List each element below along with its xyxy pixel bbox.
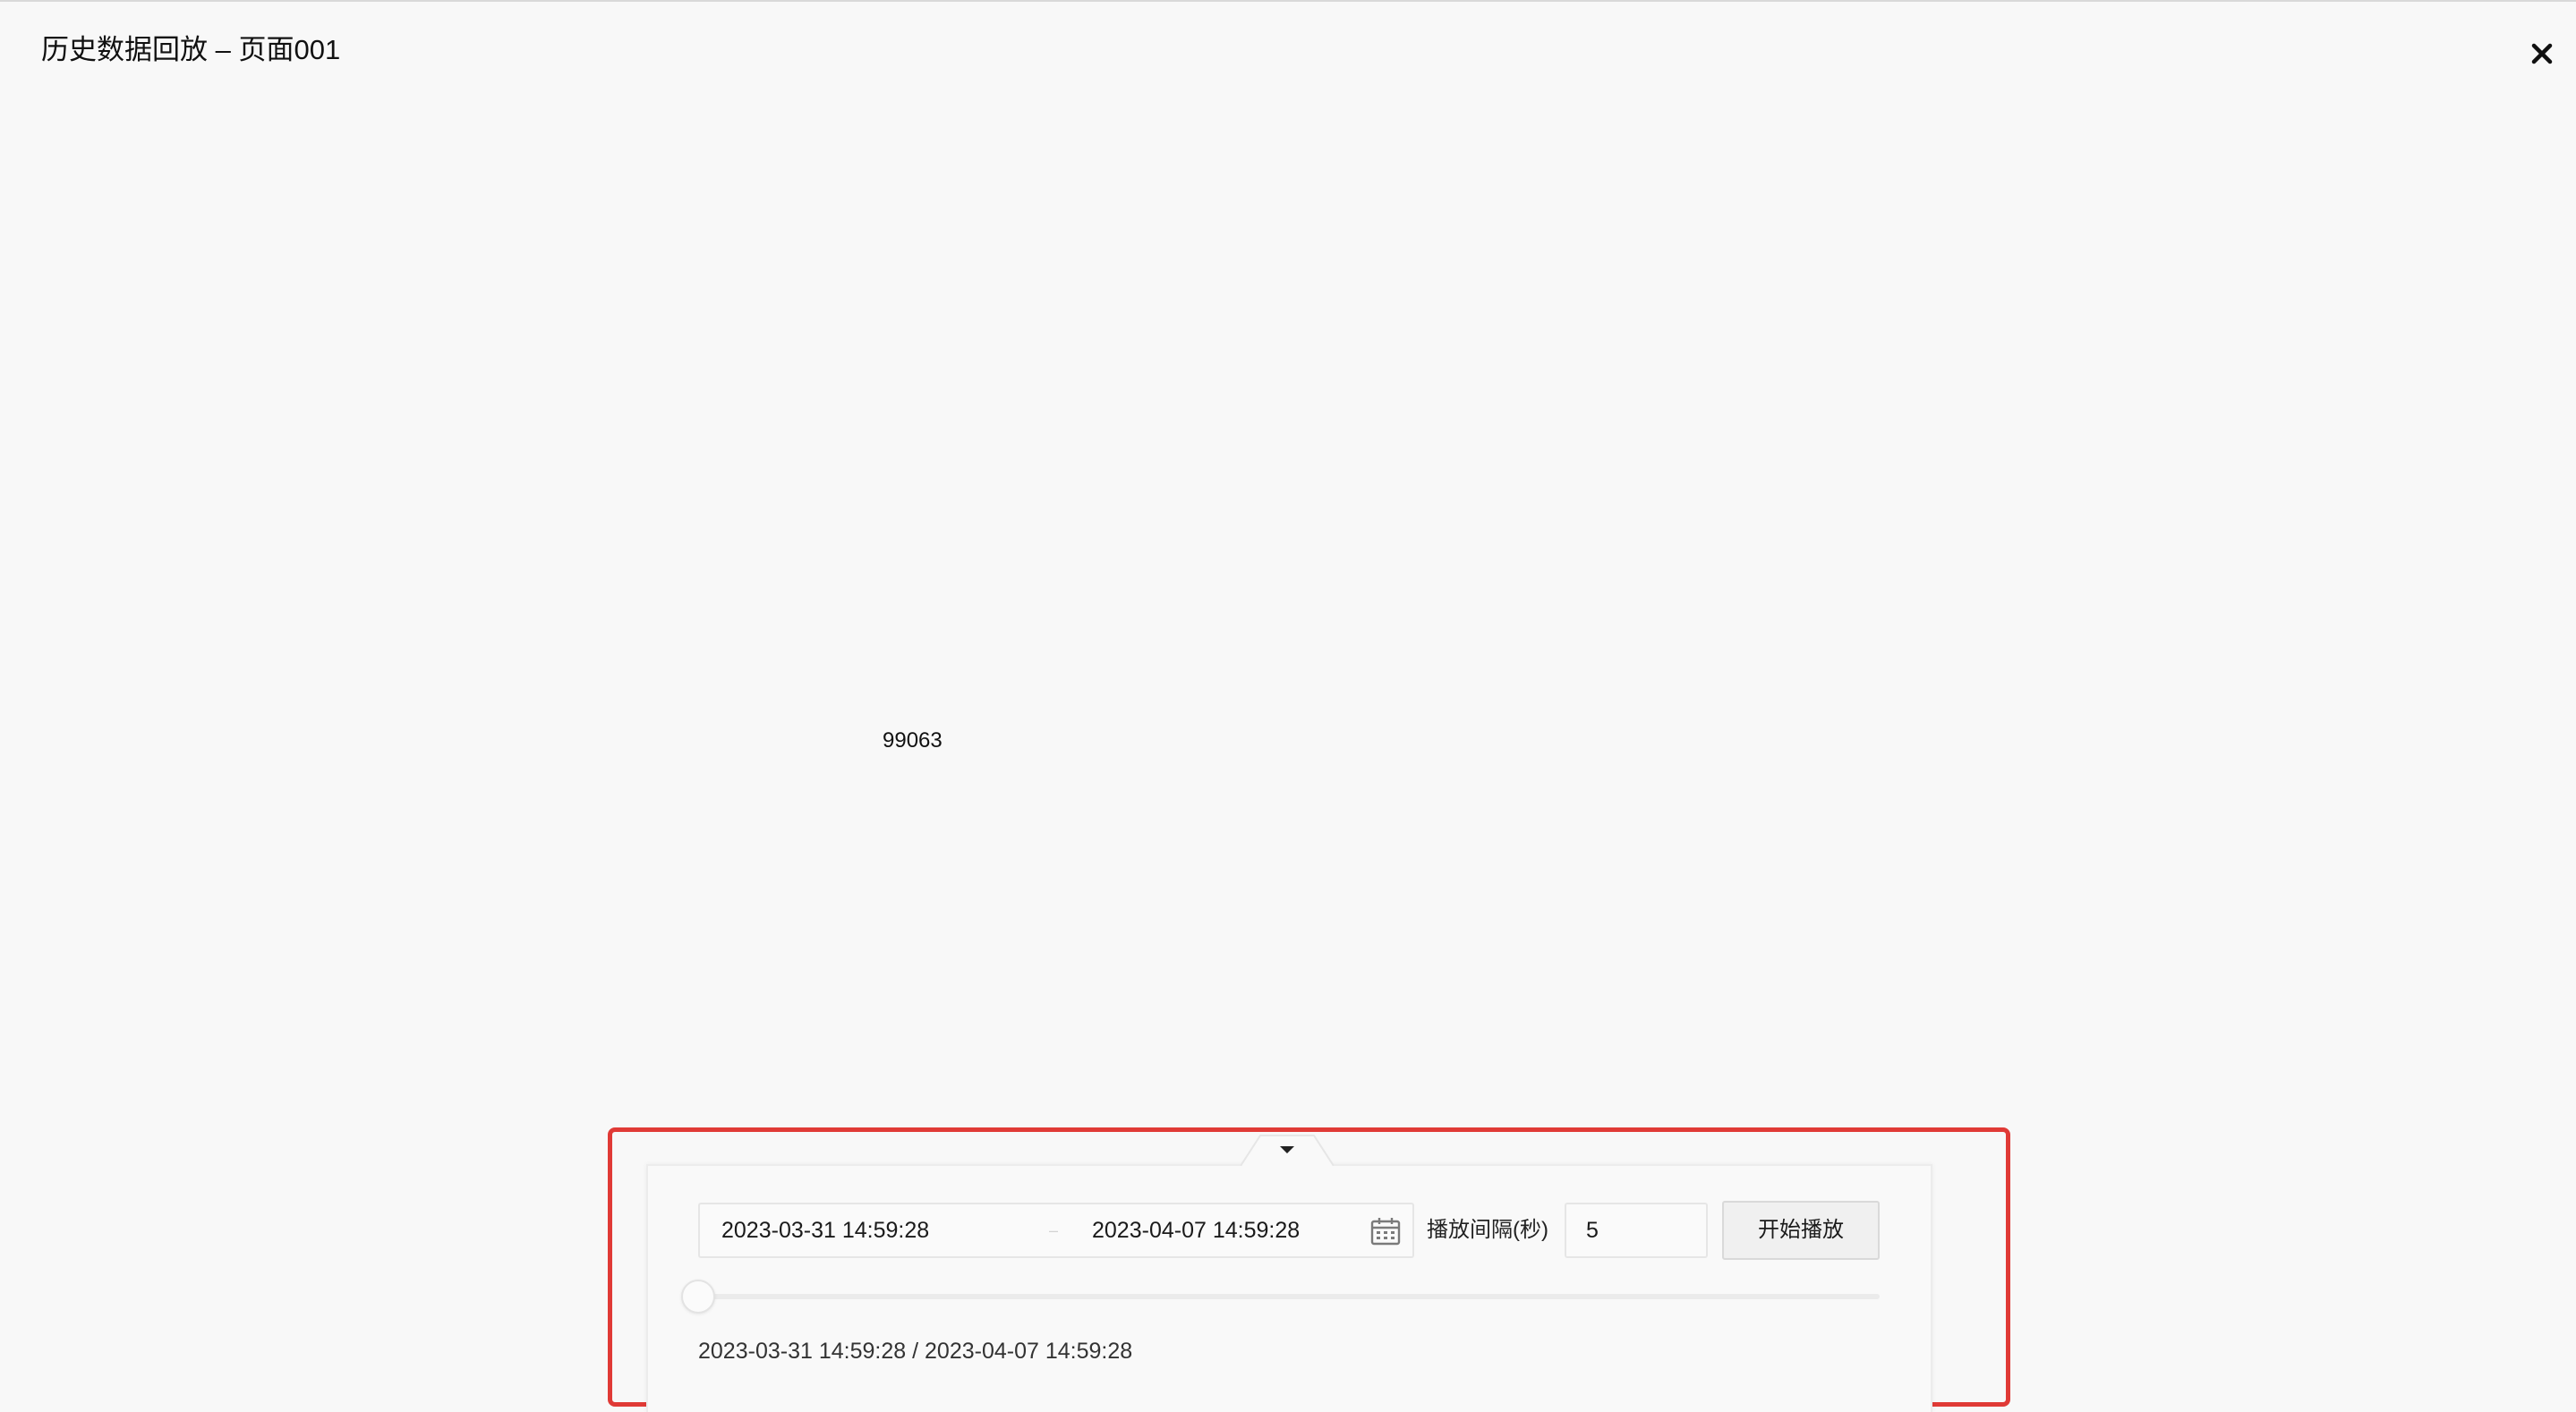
- panel-toggle-tab[interactable]: [1240, 1134, 1335, 1167]
- range-end-input[interactable]: 2023-04-07 14:59:28: [1092, 1204, 1361, 1256]
- progress-total: 2023-04-07 14:59:28: [925, 1339, 1133, 1364]
- progress-current: 2023-03-31 14:59:28: [698, 1339, 907, 1364]
- page-title: 历史数据回放 – 页面001: [41, 34, 341, 65]
- range-start-input[interactable]: 2023-03-31 14:59:28: [721, 1204, 1026, 1256]
- close-icon[interactable]: [2524, 36, 2560, 72]
- playback-progress-text: 2023-03-31 14:59:28 / 2023-04-07 14:59:2…: [698, 1333, 1132, 1369]
- progress-separator: /: [912, 1339, 919, 1364]
- replay-canvas: 99063: [0, 104, 2576, 1124]
- range-separator: –: [1049, 1221, 1059, 1239]
- interval-label: 播放间隔(秒): [1427, 1218, 1548, 1242]
- date-range-picker[interactable]: 2023-03-31 14:59:28 – 2023-04-07 14:59:2…: [698, 1203, 1414, 1258]
- start-play-button[interactable]: 开始播放: [1722, 1201, 1880, 1260]
- playback-slider[interactable]: [681, 1280, 1880, 1314]
- dialog-header: 历史数据回放 – 页面001: [0, 0, 2576, 104]
- calendar-icon[interactable]: [1369, 1216, 1402, 1246]
- data-value-label: 99063: [883, 728, 943, 753]
- slider-handle[interactable]: [681, 1280, 715, 1314]
- interval-input[interactable]: [1565, 1203, 1708, 1258]
